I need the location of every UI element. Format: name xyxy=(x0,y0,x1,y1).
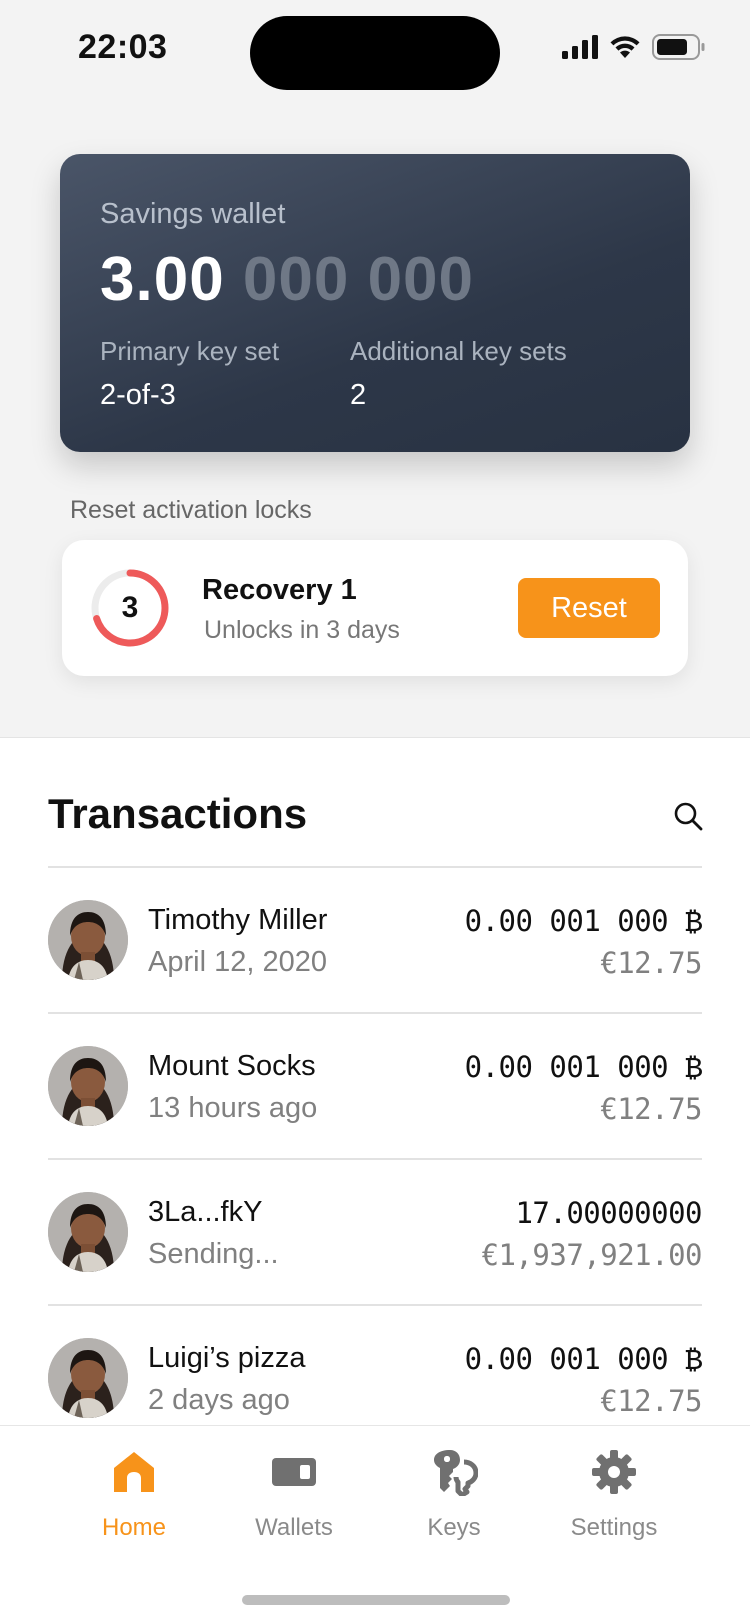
wifi-icon xyxy=(610,36,640,58)
status-icons xyxy=(562,32,706,62)
dynamic-island xyxy=(250,16,500,90)
transaction-row[interactable]: Mount Socks 13 hours ago 0.00 001 000 ₿ … xyxy=(48,1012,703,1158)
keys-icon xyxy=(434,1450,478,1496)
home-icon xyxy=(114,1452,154,1492)
countdown-value: 3 xyxy=(121,591,139,624)
transaction-btc-amount: 0.00 001 000 ₿ xyxy=(464,904,703,938)
transaction-row[interactable]: 3La...fkY Sending... 17.00000000 €1,937,… xyxy=(48,1158,703,1304)
phone-screen: 22:03 Savings wallet 3.00 000 000 Primar… xyxy=(0,0,750,1624)
wallet-name: Savings wallet xyxy=(100,198,286,230)
primary-key-set-value: 2-of-3 xyxy=(100,379,176,411)
avatar xyxy=(48,1338,128,1418)
avatar xyxy=(48,1046,128,1126)
tab-keys[interactable]: Keys xyxy=(389,1448,519,1542)
reset-button[interactable]: Reset xyxy=(518,578,660,638)
transaction-time: 13 hours ago xyxy=(148,1092,318,1124)
transaction-btc-amount: 0.00 001 000 ₿ xyxy=(464,1050,703,1084)
battery-icon xyxy=(652,34,705,60)
wallet-icon xyxy=(272,1458,316,1486)
home-indicator[interactable] xyxy=(242,1595,510,1605)
tab-settings[interactable]: Settings xyxy=(549,1448,679,1542)
primary-key-set: Primary key set 2-of-3 xyxy=(100,336,279,412)
transaction-fiat-amount: €12.75 xyxy=(600,946,702,980)
additional-key-sets-value: 2 xyxy=(350,379,367,411)
transaction-time: Sending... xyxy=(148,1238,279,1270)
tab-settings-label: Settings xyxy=(570,1514,658,1541)
gear-icon xyxy=(592,1450,636,1494)
tab-home[interactable]: Home xyxy=(69,1448,199,1542)
additional-key-sets-label: Additional key sets xyxy=(350,336,567,366)
transaction-btc-amount: 17.00000000 xyxy=(515,1196,702,1230)
transaction-fiat-amount: €12.75 xyxy=(600,1384,702,1418)
balance-dim: 000 000 xyxy=(242,245,475,314)
balance-main: 3.00 xyxy=(100,245,225,314)
transactions-heading: Transactions xyxy=(48,790,308,837)
status-time: 22:03 xyxy=(78,28,168,66)
wallet-balance: 3.00 000 000 xyxy=(100,244,474,315)
transaction-time: April 12, 2020 xyxy=(148,946,327,978)
transaction-row[interactable]: Timothy Miller April 12, 2020 0.00 001 0… xyxy=(48,866,703,1012)
tab-wallets[interactable]: Wallets xyxy=(229,1448,359,1542)
primary-key-set-label: Primary key set xyxy=(100,336,280,366)
avatar xyxy=(48,1192,128,1272)
transaction-name: Luigi’s pizza xyxy=(148,1342,306,1374)
transaction-name: Mount Socks xyxy=(148,1050,316,1082)
additional-key-sets: Additional key sets 2 xyxy=(350,336,567,412)
cellular-signal-icon xyxy=(562,35,598,59)
transaction-btc-amount: 0.00 001 000 ₿ xyxy=(464,1342,703,1376)
transaction-time: 2 days ago xyxy=(148,1384,290,1416)
wallet-card[interactable]: Savings wallet 3.00 000 000 Primary key … xyxy=(60,154,690,452)
search-icon[interactable] xyxy=(672,800,704,832)
transaction-fiat-amount: €12.75 xyxy=(600,1092,702,1126)
tab-home-label: Home xyxy=(101,1514,167,1541)
recovery-title: Recovery 1 xyxy=(202,574,357,606)
tab-wallets-label: Wallets xyxy=(255,1514,333,1541)
avatar xyxy=(48,900,128,980)
transaction-name: Timothy Miller xyxy=(148,904,328,936)
recovery-subtitle: Unlocks in 3 days xyxy=(204,616,400,644)
tab-keys-label: Keys xyxy=(427,1514,481,1541)
reset-section-title: Reset activation locks xyxy=(70,496,312,524)
transaction-name: 3La...fkY xyxy=(148,1196,263,1228)
recovery-card: 3 Recovery 1 Unlocks in 3 days Reset xyxy=(62,540,688,676)
transaction-list: Timothy Miller April 12, 2020 0.00 001 0… xyxy=(48,866,703,1450)
transaction-fiat-amount: €1,937,921.00 xyxy=(481,1238,703,1272)
